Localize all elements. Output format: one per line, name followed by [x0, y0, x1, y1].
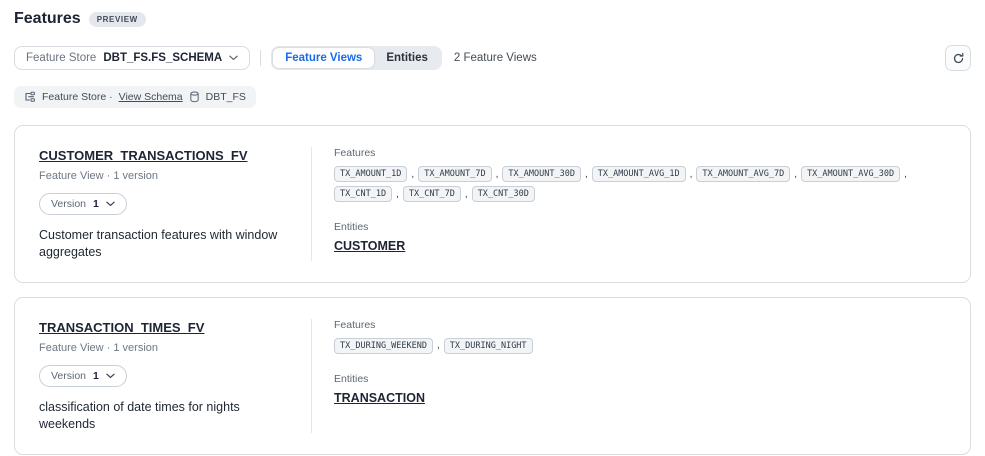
- feature-store-label: Feature Store: [26, 52, 96, 64]
- card-summary: CUSTOMER_TRANSACTIONS_FV Feature View · …: [39, 147, 311, 261]
- chip-separator: ,: [411, 169, 414, 180]
- feature-chip: TX_DURING_NIGHT: [444, 338, 533, 354]
- chevron-down-icon: [229, 55, 238, 61]
- feature-chip: TX_DURING_WEEKEND: [334, 338, 433, 354]
- feature-chip: TX_AMOUNT_AVG_7D: [696, 166, 790, 182]
- feature-view-name-link[interactable]: TRANSACTION_TIMES_FV: [39, 320, 204, 335]
- card-details: Features TX_AMOUNT_1D,TX_AMOUNT_7D,TX_AM…: [311, 147, 946, 261]
- refresh-icon: [952, 52, 965, 65]
- feature-chip: TX_AMOUNT_30D: [502, 166, 581, 182]
- version-label: Version: [51, 370, 86, 382]
- tab-feature-views[interactable]: Feature Views: [273, 48, 374, 68]
- version-value: 1: [93, 370, 99, 382]
- feature-views-count: 2 Feature Views: [454, 52, 537, 64]
- entity-link[interactable]: CUSTOMER: [334, 239, 405, 253]
- breadcrumb: Feature Store · View Schema DBT_FS: [14, 86, 256, 108]
- feature-chip: TX_AMOUNT_1D: [334, 166, 407, 182]
- chip-separator: ,: [496, 169, 499, 180]
- version-value: 1: [93, 198, 99, 210]
- feature-chip: TX_CNT_7D: [403, 186, 461, 202]
- entities-section: Entities TRANSACTION: [334, 373, 946, 407]
- feature-view-card: TRANSACTION_TIMES_FV Feature View · 1 ve…: [14, 297, 971, 455]
- chevron-down-icon: [106, 201, 115, 207]
- feature-chip: TX_CNT_30D: [472, 186, 535, 202]
- feature-view-subtitle: Feature View · 1 version: [39, 342, 291, 354]
- database-icon: [189, 91, 200, 103]
- feature-chip-list: TX_DURING_WEEKEND, TX_DURING_NIGHT: [334, 338, 946, 354]
- feature-chip: TX_CNT_1D: [334, 186, 392, 202]
- feature-view-card: CUSTOMER_TRANSACTIONS_FV Feature View · …: [14, 125, 971, 283]
- feature-view-name-link[interactable]: CUSTOMER_TRANSACTIONS_FV: [39, 148, 248, 163]
- chip-separator: ,: [465, 189, 468, 200]
- feature-store-value: DBT_FS.FS_SCHEMA: [103, 52, 222, 64]
- entities-section: Entities CUSTOMER: [334, 221, 946, 255]
- breadcrumb-store-label: Feature Store ·: [42, 91, 113, 103]
- page-title: Features: [14, 10, 81, 28]
- chip-separator: ,: [585, 169, 588, 180]
- card-details: Features TX_DURING_WEEKEND, TX_DURING_NIG…: [311, 319, 946, 433]
- features-page: Features PREVIEW Feature Store DBT_FS.FS…: [0, 0, 985, 455]
- chip-separator: ,: [904, 169, 907, 180]
- view-switcher: Feature Views Entities: [271, 46, 442, 70]
- refresh-button[interactable]: [945, 45, 971, 71]
- toolbar-divider: [260, 50, 261, 66]
- entities-section-label: Entities: [334, 373, 946, 385]
- features-section-label: Features: [334, 147, 946, 159]
- chip-separator: ,: [794, 169, 797, 180]
- feature-view-description: classification of date times for nights …: [39, 399, 287, 433]
- breadcrumb-database-name: DBT_FS: [206, 91, 246, 103]
- chip-separator: ,: [690, 169, 693, 180]
- feature-store-dropdown[interactable]: Feature Store DBT_FS.FS_SCHEMA: [14, 46, 250, 70]
- version-dropdown[interactable]: Version 1: [39, 193, 127, 215]
- feature-view-subtitle: Feature View · 1 version: [39, 170, 291, 182]
- entities-section-label: Entities: [334, 221, 946, 233]
- chevron-down-icon: [106, 373, 115, 379]
- feature-view-description: Customer transaction features with windo…: [39, 227, 287, 261]
- version-dropdown[interactable]: Version 1: [39, 365, 127, 387]
- feature-chip: TX_AMOUNT_7D: [418, 166, 491, 182]
- version-label: Version: [51, 198, 86, 210]
- tab-entities[interactable]: Entities: [374, 48, 440, 68]
- features-section-label: Features: [334, 319, 946, 331]
- view-schema-link[interactable]: View Schema: [119, 91, 183, 103]
- page-header: Features PREVIEW: [14, 10, 971, 28]
- card-summary: TRANSACTION_TIMES_FV Feature View · 1 ve…: [39, 319, 311, 433]
- schema-tree-icon: [24, 91, 36, 103]
- entity-link[interactable]: TRANSACTION: [334, 391, 425, 405]
- feature-chip: TX_AMOUNT_AVG_30D: [801, 166, 900, 182]
- feature-chip-list: TX_AMOUNT_1D,TX_AMOUNT_7D,TX_AMOUNT_30D,…: [334, 166, 946, 202]
- feature-chip: TX_AMOUNT_AVG_1D: [592, 166, 686, 182]
- feature-view-list: CUSTOMER_TRANSACTIONS_FV Feature View · …: [14, 125, 971, 455]
- chip-separator: ,: [396, 189, 399, 200]
- preview-badge: PREVIEW: [89, 12, 146, 27]
- toolbar: Feature Store DBT_FS.FS_SCHEMA Feature V…: [14, 45, 971, 71]
- chip-separator: ,: [437, 340, 440, 351]
